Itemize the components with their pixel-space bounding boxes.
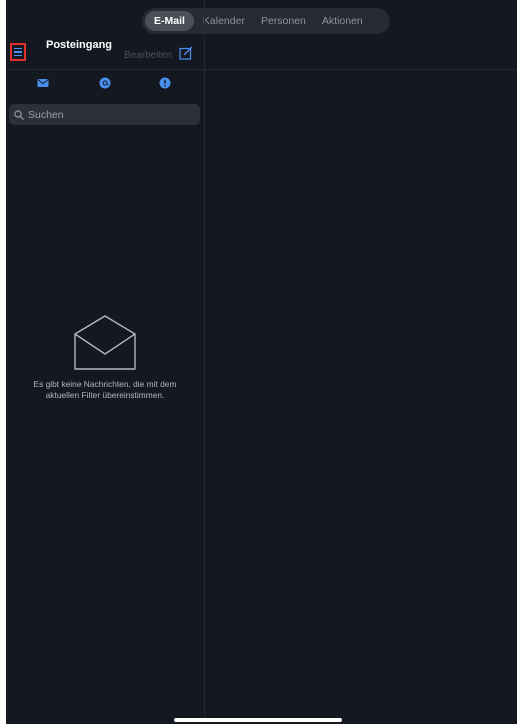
exclamation-icon[interactable]: [159, 77, 171, 89]
header-divider: [6, 69, 517, 70]
hamburger-menu-icon-bar: [14, 51, 22, 53]
home-indicator[interactable]: [174, 718, 342, 722]
search-icon: [14, 109, 24, 120]
empty-state-line-1: Es gibt keine Nachrichten, die mit dem: [33, 379, 177, 389]
tab-people[interactable]: Personen: [254, 11, 313, 31]
search-input[interactable]: [24, 108, 188, 121]
tab-actions[interactable]: Aktionen: [315, 11, 370, 31]
folder-title: Posteingang: [46, 39, 113, 51]
empty-state-line-2: aktuellen Filter übereinstimmen.: [45, 390, 165, 400]
hamburger-menu-icon-bar: [14, 54, 22, 57]
mail-icon[interactable]: [37, 77, 49, 89]
message-list-pane: Posteingang Bearbeiten Suchen Es gibt ke…: [6, 0, 205, 724]
open-envelope-icon: [74, 315, 136, 370]
hamburger-menu-button[interactable]: [10, 43, 26, 61]
hamburger-menu-icon: [14, 47, 22, 50]
empty-state-message: Es gibt keine Nachrichten, die mit dem a…: [6, 379, 204, 401]
search-box[interactable]: [9, 104, 200, 125]
mail-app-window: E-Mail Kalender Personen Aktionen Postei…: [6, 0, 517, 724]
at-mention-icon[interactable]: [99, 77, 111, 89]
compose-icon[interactable]: [179, 46, 193, 60]
edit-button[interactable]: Bearbeiten: [124, 50, 172, 61]
